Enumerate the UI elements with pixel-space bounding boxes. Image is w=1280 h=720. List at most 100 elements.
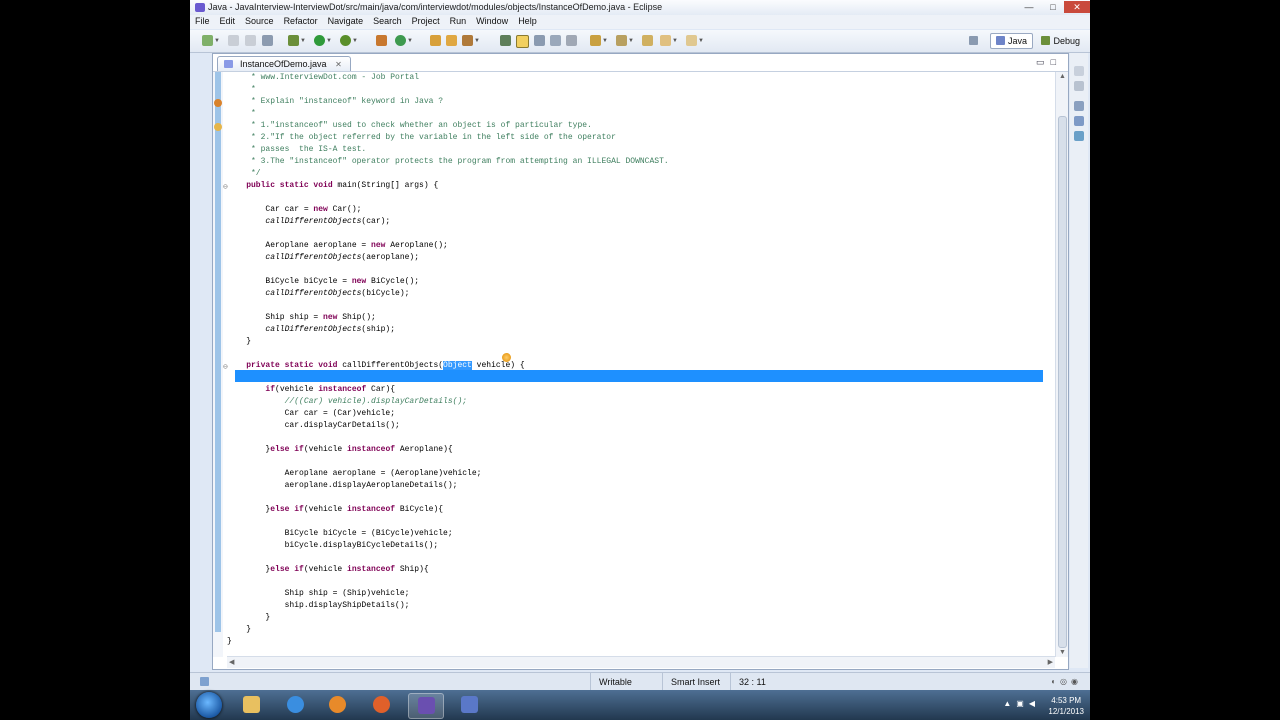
next-annotation-icon[interactable]: ▼: [590, 35, 608, 46]
scroll-right-icon[interactable]: ▶: [1048, 658, 1053, 666]
code-line[interactable]: }: [227, 336, 251, 348]
code-line[interactable]: *: [227, 108, 256, 120]
code-line[interactable]: }else if(vehicle instanceof BiCycle){: [227, 504, 443, 516]
media-player-taskbar-button[interactable]: [320, 693, 354, 717]
restore-view-icon[interactable]: [1074, 66, 1084, 76]
code-line[interactable]: callDifferentObjects(ship);: [227, 324, 395, 336]
code-line[interactable]: //((Car) vehicle).displayCarDetails();: [227, 396, 467, 408]
code-line[interactable]: ship.displayShipDetails();: [227, 600, 410, 612]
code-line[interactable]: * www.InterviewDot.com - Job Portal: [227, 72, 419, 84]
code-line[interactable]: }: [227, 624, 251, 636]
show-whitespace-icon[interactable]: [550, 35, 561, 46]
back-icon[interactable]: ▼: [660, 35, 678, 46]
scroll-up-icon[interactable]: ▲: [1059, 73, 1066, 80]
fold-toggle-icon[interactable]: ⊖: [223, 362, 228, 372]
horizontal-scrollbar[interactable]: ◀ ▶: [227, 656, 1055, 668]
code-line[interactable]: Ship ship = (Ship)vehicle;: [227, 588, 410, 600]
firefox-taskbar-button[interactable]: [364, 693, 398, 717]
new-class-icon[interactable]: ▼: [395, 35, 413, 46]
close-window-button[interactable]: ✕: [1064, 1, 1090, 13]
network-icon[interactable]: ▣: [1016, 699, 1029, 708]
menu-edit[interactable]: Edit: [215, 15, 241, 27]
minimize-editor-icon[interactable]: ▭: [1036, 57, 1051, 67]
code-line[interactable]: aeroplane.displayAeroplaneDetails();: [227, 480, 458, 492]
show-paragraph-icon[interactable]: [566, 35, 577, 46]
mark-occurrences-icon[interactable]: [516, 35, 529, 48]
explorer-taskbar-button[interactable]: [234, 693, 268, 717]
vertical-scrollbar[interactable]: ▲ ▼: [1055, 72, 1068, 657]
code-line[interactable]: * passes the IS-A test.: [227, 144, 366, 156]
code-line[interactable]: biCycle.displayBiCycleDetails();: [227, 540, 439, 552]
close-tab-icon[interactable]: ✕: [335, 60, 342, 69]
code-line[interactable]: * 2."If the object referred by the varia…: [227, 132, 616, 144]
fast-view-icon[interactable]: [200, 677, 209, 686]
external-tools-icon[interactable]: ▼: [340, 35, 358, 46]
menu-project[interactable]: Project: [407, 15, 445, 27]
outline-view-icon[interactable]: [1074, 81, 1084, 91]
open-type-icon[interactable]: [430, 35, 441, 46]
task-list-icon[interactable]: [1074, 131, 1084, 141]
sync-icon[interactable]: ◎: [1060, 677, 1071, 686]
editor-tab-instanceofdemo[interactable]: InstanceOfDemo.java ✕: [217, 56, 351, 71]
save-icon[interactable]: [228, 35, 239, 46]
hierarchy-view-icon[interactable]: [1074, 116, 1084, 126]
java-perspective-button[interactable]: Java: [989, 33, 1033, 49]
tray-arrow-icon[interactable]: ▲: [1003, 699, 1016, 708]
open-folder-icon[interactable]: [446, 35, 457, 46]
vertical-scroll-thumb[interactable]: [1058, 116, 1067, 648]
eclipse-taskbar-button[interactable]: [408, 693, 444, 719]
recorder-taskbar-button[interactable]: [452, 693, 486, 717]
code-area[interactable]: * www.InterviewDot.com - Job Portal * * …: [213, 71, 1068, 668]
code-line[interactable]: }else if(vehicle instanceof Ship){: [227, 564, 428, 576]
code-line[interactable]: BiCycle biCycle = (BiCycle)vehicle;: [227, 528, 453, 540]
warning-marker-icon[interactable]: [214, 99, 222, 107]
search-icon[interactable]: ▼: [462, 35, 480, 46]
menu-source[interactable]: Source: [240, 15, 279, 27]
start-button[interactable]: [196, 692, 222, 718]
menu-run[interactable]: Run: [445, 15, 472, 27]
code-line[interactable]: private static void callDifferentObjects…: [227, 360, 525, 372]
fold-toggle-icon[interactable]: ⊖: [223, 182, 228, 192]
last-edit-location-icon[interactable]: [642, 35, 653, 46]
print-icon[interactable]: [262, 35, 273, 46]
code-line[interactable]: }else if(vehicle instanceof Aeroplane){: [227, 444, 452, 456]
code-line[interactable]: *: [227, 84, 256, 96]
previous-annotation-icon[interactable]: ▼: [616, 35, 634, 46]
quick-fix-icon[interactable]: [214, 123, 222, 131]
minimize-button[interactable]: —: [1018, 1, 1040, 13]
menu-navigate[interactable]: Navigate: [323, 15, 369, 27]
code-line[interactable]: callDifferentObjects(car);: [227, 216, 390, 228]
scroll-down-icon[interactable]: ▼: [1059, 649, 1066, 656]
code-line[interactable]: */: [227, 168, 261, 180]
code-line[interactable]: Car car = new Car();: [227, 204, 361, 216]
code-line[interactable]: callDifferentObjects(biCycle);: [227, 288, 409, 300]
code-line[interactable]: * Explain "instanceof" keyword in Java ?: [227, 96, 443, 108]
open-perspective-button[interactable]: [963, 33, 987, 49]
toggle-breadcrumb-icon[interactable]: [500, 35, 511, 46]
save-all-icon[interactable]: [245, 35, 256, 46]
code-text[interactable]: * www.InterviewDot.com - Job Portal * * …: [223, 72, 1055, 657]
maximize-button[interactable]: □: [1042, 1, 1064, 13]
code-line[interactable]: Aeroplane aeroplane = new Aeroplane();: [227, 240, 447, 252]
debug-icon[interactable]: ▼: [288, 35, 306, 46]
new-java-project-icon[interactable]: [376, 35, 387, 46]
scroll-left-icon[interactable]: ◀: [229, 658, 234, 666]
block-selection-icon[interactable]: [534, 35, 545, 46]
code-line[interactable]: callDifferentObjects(aeroplane);: [227, 252, 419, 264]
progress-icon[interactable]: ◐: [1051, 677, 1060, 686]
debug-perspective-button[interactable]: Debug: [1035, 33, 1086, 49]
code-line[interactable]: car.displayCarDetails();: [227, 420, 400, 432]
code-line[interactable]: * 1."instanceof" used to check whether a…: [227, 120, 592, 132]
new-wizard-icon[interactable]: ▼: [202, 35, 220, 46]
code-line[interactable]: Aeroplane aeroplane = (Aeroplane)vehicle…: [227, 468, 482, 480]
maximize-editor-icon[interactable]: □: [1051, 57, 1062, 67]
code-line[interactable]: }: [227, 636, 232, 648]
code-line[interactable]: * 3.The "instanceof" operator protects t…: [227, 156, 669, 168]
code-line[interactable]: public static void main(String[] args) {: [227, 180, 438, 192]
ie-taskbar-button[interactable]: [278, 693, 312, 717]
code-line[interactable]: }: [227, 612, 270, 624]
menu-file[interactable]: File: [190, 15, 215, 27]
code-line[interactable]: Car car = (Car)vehicle;: [227, 408, 395, 420]
menu-refactor[interactable]: Refactor: [279, 15, 323, 27]
volume-icon[interactable]: ◀: [1029, 699, 1040, 708]
